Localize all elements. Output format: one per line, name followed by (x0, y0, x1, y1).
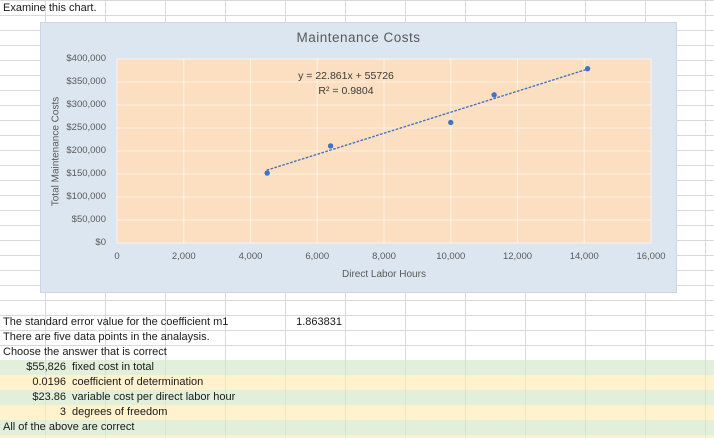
answer-label: All of the above are correct (3, 421, 135, 433)
data-point (327, 143, 334, 149)
answer-label: variable cost per direct labor hour (72, 391, 236, 403)
x-tick-label: 14,000 (569, 251, 599, 262)
answer-coefficient-determination[interactable]: 0.0196 coefficient of determination (0, 375, 714, 390)
spreadsheet: Examine this chart. Maintenance Costs y … (0, 0, 714, 438)
x-tick-label: 10,000 (436, 251, 466, 262)
five-points-note: There are five data points in the analay… (3, 331, 210, 343)
answer-value: $55,826 (26, 361, 66, 373)
y-tick-label: $300,000 (66, 98, 106, 110)
x-axis-title: Direct Labor Hours (342, 269, 426, 280)
answer-degrees-freedom[interactable]: 3 degrees of freedom (0, 405, 714, 420)
answer-variable-cost[interactable]: $23.86 variable cost per direct labor ho… (0, 390, 714, 405)
y-tick-label: $250,000 (66, 121, 106, 133)
data-point (448, 119, 454, 126)
answer-label: coefficient of determination (72, 376, 204, 388)
y-tick-label: $400,000 (66, 52, 106, 64)
x-tick-label: 6,000 (305, 251, 330, 262)
row-five-points: There are five data points in the analay… (0, 330, 714, 345)
cell-note: Examine this chart. (3, 2, 97, 14)
trendline-equation: y = 22.861x + 55726 (298, 70, 394, 82)
standard-error-label: The standard error value for the coeffic… (3, 316, 229, 328)
x-tick-label: 16,000 (636, 251, 666, 262)
y-tick-label: $200,000 (66, 144, 106, 156)
chart[interactable]: Maintenance Costs y = 22.861x + 55726 R²… (40, 22, 677, 293)
answer-label: degrees of freedom (72, 406, 168, 418)
data-point (264, 170, 270, 176)
row-choose-prompt: Choose the answer that is correct (0, 345, 714, 360)
y-tick-label: $0 (95, 236, 106, 248)
x-tick-label: 0 (114, 251, 120, 262)
data-point (584, 65, 591, 72)
chart-title: Maintenance Costs (296, 30, 421, 45)
y-tick-label: $50,000 (71, 213, 106, 225)
answer-value: $23.86 (32, 391, 66, 403)
x-tick-label: 4,000 (238, 251, 263, 262)
answer-fixed-cost[interactable]: $55,826 fixed cost in total (0, 360, 714, 375)
y-tick-label: $150,000 (66, 167, 106, 179)
row-standard-error: The standard error value for the coeffic… (0, 315, 714, 330)
x-tick-label: 8,000 (372, 251, 396, 262)
answer-value: 3 (59, 406, 66, 418)
x-tick-label: 12,000 (502, 251, 533, 262)
answer-value: 0.0196 (32, 376, 66, 388)
y-tick-label: $350,000 (66, 75, 106, 87)
y-tick-label: $100,000 (66, 190, 106, 202)
answer-all-above[interactable]: All of the above are correct (0, 420, 714, 435)
standard-error-value-cell[interactable]: 1.863831 (285, 315, 342, 330)
choose-prompt: Choose the answer that is correct (3, 346, 167, 358)
answer-label: fixed cost in total (72, 361, 154, 373)
r-squared: R² = 0.9804 (318, 85, 374, 97)
x-tick-label: 2,000 (171, 251, 196, 262)
trendline-equation-block: y = 22.861x + 55726 R² = 0.9804 (196, 69, 496, 99)
